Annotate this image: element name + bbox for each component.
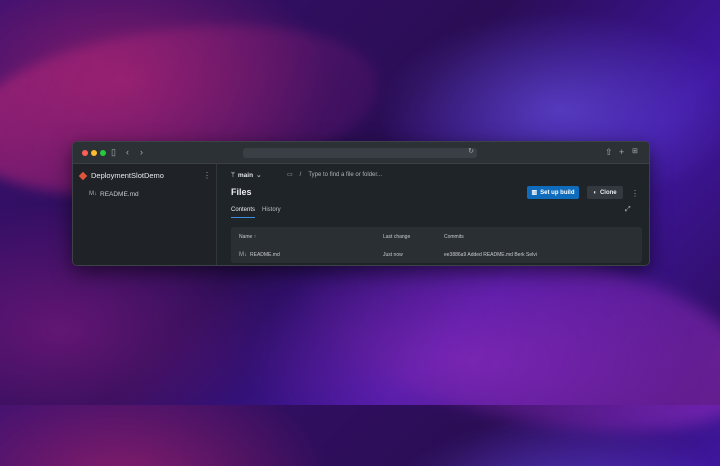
browser-window: ▯ ‹ › ↻ ⇧ + ⊞ DeploymentSlotDemo ⋮ M↓ RE… bbox=[72, 141, 650, 266]
repo-more-icon[interactable]: ⋮ bbox=[203, 171, 211, 180]
setup-build-label: Set up build bbox=[540, 189, 575, 196]
branch-icon: ᛘ bbox=[231, 171, 235, 179]
repo-name: DeploymentSlotDemo bbox=[91, 171, 164, 180]
repo-header[interactable]: DeploymentSlotDemo bbox=[78, 171, 164, 180]
sidebar-icon[interactable]: ▯ bbox=[111, 146, 116, 158]
folder-icon: ▭ bbox=[287, 172, 293, 178]
repo-icon bbox=[78, 171, 88, 180]
clone-icon: ◐ bbox=[593, 189, 597, 196]
share-icon[interactable]: ⇧ bbox=[605, 146, 613, 158]
files-pane: ᛘ main ⌄ ▭ / Type to find a file or fold… bbox=[217, 164, 649, 265]
clone-button[interactable]: ◐ Clone bbox=[587, 186, 623, 199]
path-search-input[interactable]: Type to find a file or folder... bbox=[308, 172, 382, 178]
sidebar-file-name: README.md bbox=[100, 191, 139, 198]
page-title: Files bbox=[231, 187, 252, 197]
close-window-button[interactable] bbox=[82, 150, 88, 156]
build-icon: ▥ bbox=[531, 190, 538, 196]
new-tab-icon[interactable]: + bbox=[619, 146, 624, 158]
column-name-header[interactable]: Name ↑ bbox=[239, 234, 256, 240]
chevron-down-icon: ⌄ bbox=[256, 172, 262, 179]
back-icon[interactable]: ‹ bbox=[126, 146, 129, 158]
markdown-icon: M↓ bbox=[239, 252, 247, 258]
repo-sidebar: DeploymentSlotDemo ⋮ M↓ README.md bbox=[73, 164, 217, 265]
forward-icon[interactable]: › bbox=[140, 146, 143, 158]
clone-label: Clone bbox=[599, 189, 617, 196]
title-bar: ▯ ‹ › ↻ ⇧ + ⊞ bbox=[73, 142, 649, 164]
files-table: Name ↑ Last change Commits M↓ README.md … bbox=[231, 227, 642, 263]
minimize-window-button[interactable] bbox=[91, 150, 97, 156]
file-last-change: Just now bbox=[383, 252, 403, 258]
address-bar[interactable]: ↻ bbox=[243, 148, 477, 158]
reload-icon[interactable]: ↻ bbox=[468, 147, 474, 155]
tabs-overview-icon[interactable]: ⊞ bbox=[632, 146, 638, 158]
column-last-change-header[interactable]: Last change bbox=[383, 234, 410, 240]
tab-history[interactable]: History bbox=[262, 207, 281, 218]
file-commit[interactable]: ee3886a9 Added README.md Berk Selvi bbox=[444, 252, 537, 258]
setup-build-button[interactable]: ▥ Set up build bbox=[527, 186, 579, 199]
more-actions-icon[interactable]: ⋮ bbox=[631, 189, 639, 198]
tab-contents[interactable]: Contents bbox=[231, 207, 256, 218]
markdown-icon: M↓ bbox=[89, 191, 97, 197]
zoom-window-button[interactable] bbox=[100, 150, 106, 156]
table-row-file[interactable]: M↓ README.md bbox=[239, 252, 280, 258]
path-separator: / bbox=[299, 171, 302, 178]
sidebar-file-item[interactable]: M↓ README.md bbox=[89, 191, 139, 198]
branch-selector[interactable]: ᛘ main ⌄ bbox=[231, 171, 262, 180]
file-name: README.md bbox=[250, 252, 280, 258]
file-tabs: Contents History bbox=[231, 207, 281, 218]
expand-icon[interactable]: ⤢ bbox=[625, 206, 631, 214]
path-bar[interactable]: ▭ / Type to find a file or folder... bbox=[287, 171, 382, 179]
column-commits-header[interactable]: Commits bbox=[444, 234, 464, 240]
branch-name: main bbox=[237, 171, 254, 179]
